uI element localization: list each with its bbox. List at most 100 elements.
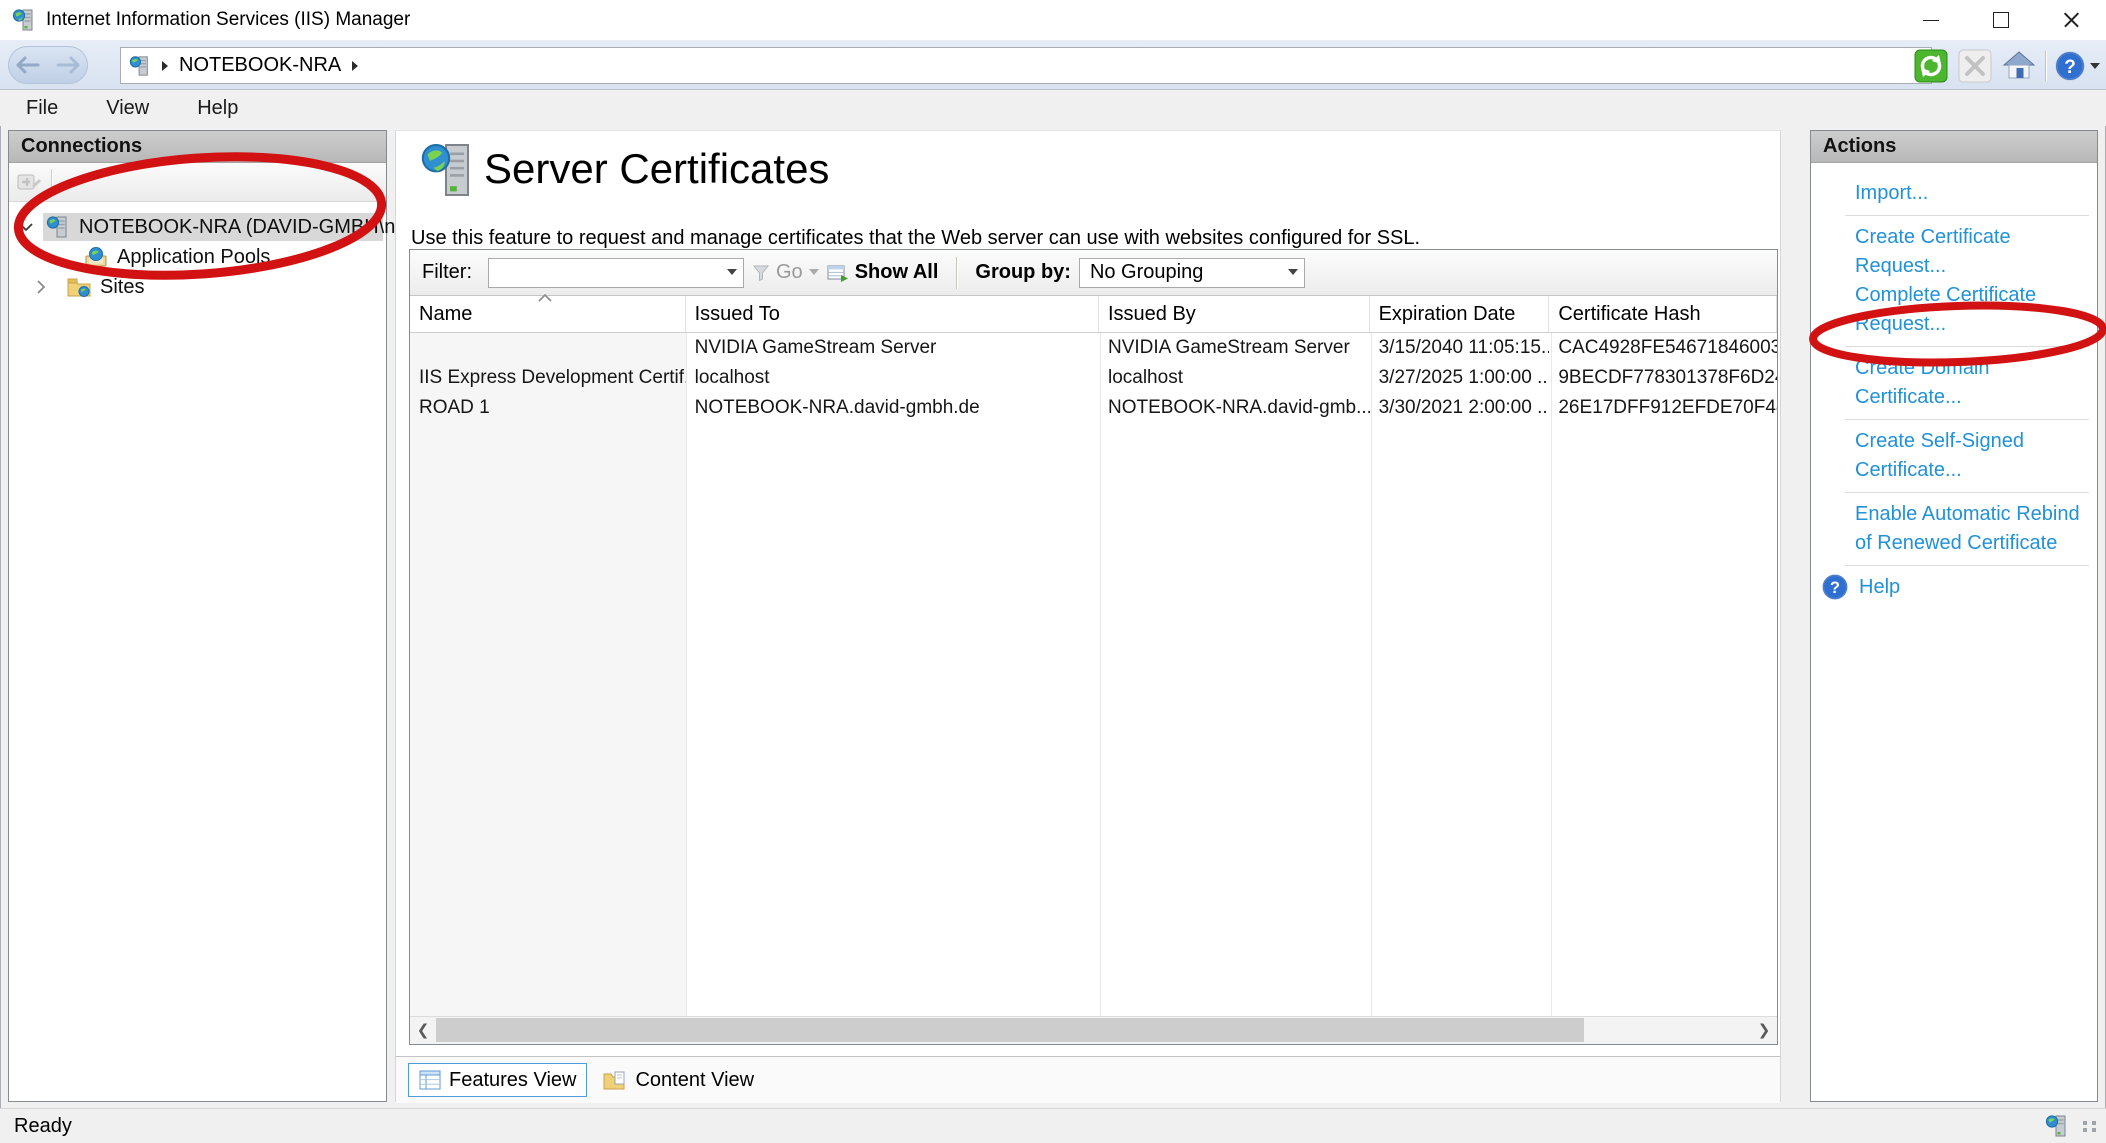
action-create-domain-certificate[interactable]: Create Domain Certificate... [1855,354,2089,412]
tab-features-view[interactable]: Features View [408,1063,587,1097]
stop-button-disabled [1957,48,1993,84]
cell-expiration-date: 3/27/2025 1:00:00 ... [1370,367,1550,389]
window-title: Internet Information Services (IIS) Mana… [46,9,410,31]
features-view-icon [419,1070,441,1090]
application-pools-label[interactable]: Application Pools [117,246,270,269]
connections-header: Connections [9,131,386,163]
address-bar: NOTEBOOK-NRA [0,40,2106,90]
minimize-button[interactable] [1896,0,1966,40]
column-header-certificate-hash[interactable]: Certificate Hash [1549,296,1777,332]
cell-certificate-hash: 26E17DFF912EFDE70F48B3C [1549,397,1777,419]
cell-issued-to: NVIDIA GameStream Server [686,337,1099,359]
table-row[interactable]: NVIDIA GameStream Server NVIDIA GameStre… [410,333,1777,363]
svg-text:?: ? [2064,57,2076,78]
toolbar-separator [956,257,957,289]
scrollbar-thumb[interactable] [436,1018,1584,1042]
forward-button[interactable] [55,56,81,74]
menu-view[interactable]: View [106,97,149,120]
connections-panel: Connections [8,130,387,1102]
scroll-left-arrow[interactable]: ❮ [410,1017,436,1043]
breadcrumb-arrow-icon[interactable] [161,60,169,72]
sort-ascending-icon [538,294,552,302]
breadcrumb-server-name[interactable]: NOTEBOOK-NRA [179,54,341,77]
cell-issued-by: localhost [1099,367,1370,389]
action-import[interactable]: Import... [1855,179,2089,208]
cell-issued-to: localhost [686,367,1099,389]
server-certificates-icon [420,141,476,199]
action-create-certificate-request[interactable]: Create Certificate Request... [1855,223,2089,281]
action-help[interactable]: ? Help [1821,573,2097,602]
sites-label[interactable]: Sites [100,276,144,299]
page-description: Use this feature to request and manage c… [411,227,1420,250]
content-view-icon [603,1070,627,1090]
expand-chevron-icon[interactable] [37,280,46,294]
column-header-name[interactable]: Name [410,296,686,332]
scroll-right-arrow[interactable]: ❯ [1751,1017,1777,1043]
divider [1845,215,2089,216]
close-button[interactable] [2036,0,2106,40]
tab-label: Features View [449,1069,576,1092]
horizontal-scrollbar[interactable]: ❮ ❯ [410,1016,1777,1044]
resize-grip[interactable] [2083,1121,2098,1132]
table-row[interactable]: IIS Express Development Certif... localh… [410,363,1777,393]
show-all-icon [827,263,849,283]
collapse-chevron-icon[interactable] [19,223,33,232]
help-label[interactable]: Help [1859,573,1900,602]
maximize-button[interactable] [1966,0,2036,40]
tree-node-server[interactable]: NOTEBOOK-NRA (DAVID-GMBH\nra) [9,212,386,242]
menu-bar: File View Help [0,90,2106,126]
group-by-label: Group by: [975,261,1071,284]
server-node-icon [45,215,71,239]
column-divider [1551,333,1552,1016]
column-header-expiration-date[interactable]: Expiration Date [1370,296,1550,332]
divider [1845,346,2089,347]
certificates-list: Filter: Go [409,249,1778,1045]
action-enable-automatic-rebind[interactable]: Enable Automatic Rebind of Renewed Certi… [1855,500,2089,558]
table-row[interactable]: ROAD 1 NOTEBOOK-NRA.david-gmbh.de NOTEBO… [410,393,1777,423]
connections-toolbar [9,163,386,202]
tree-node-sites[interactable]: Sites [9,272,386,302]
cell-issued-to: NOTEBOOK-NRA.david-gmbh.de [686,397,1099,419]
refresh-button[interactable] [1913,48,1949,84]
sites-folder-icon [66,275,92,299]
cell-certificate-hash: CAC4928FE546718460037BF [1549,337,1777,359]
show-all-label: Show All [855,261,939,284]
column-divider [1100,333,1101,1016]
minimize-icon [1923,20,1939,21]
navigation-buttons [8,46,88,84]
filter-funnel-icon [752,264,770,282]
filter-input[interactable] [488,258,744,288]
create-connection-icon[interactable] [15,169,43,195]
divider [1845,419,2089,420]
status-bar: Ready [0,1108,2106,1143]
column-divider [1371,333,1372,1016]
help-button[interactable]: ? [2054,50,2100,82]
cell-name: ROAD 1 [410,397,686,419]
group-by-select[interactable]: No Grouping [1079,258,1305,288]
menu-help[interactable]: Help [197,97,238,120]
divider [1845,565,2089,566]
sorted-column-shading [410,333,686,1016]
breadcrumb[interactable]: NOTEBOOK-NRA [120,47,1932,84]
back-button[interactable] [15,56,41,74]
server-node-label[interactable]: NOTEBOOK-NRA (DAVID-GMBH\nra) [79,216,420,239]
show-all-button[interactable]: Show All [827,261,939,284]
tab-content-view[interactable]: Content View [593,1063,764,1097]
help-icon: ? [1821,573,1849,601]
status-text: Ready [14,1115,72,1138]
home-button[interactable] [2001,48,2037,84]
column-header-issued-to[interactable]: Issued To [686,296,1099,332]
breadcrumb-arrow-icon[interactable] [351,60,359,72]
menu-file[interactable]: File [26,97,58,120]
action-complete-certificate-request[interactable]: Complete Certificate Request... [1855,281,2089,339]
application-pools-icon [83,245,109,269]
tree-node-application-pools[interactable]: Application Pools [9,242,386,272]
divider [1845,492,2089,493]
toolbar-separator [2045,51,2046,81]
actions-header: Actions [1811,131,2097,163]
view-tabs: Features View Content View [396,1056,1780,1103]
dropdown-arrow-icon [2090,63,2100,70]
column-header-issued-by[interactable]: Issued By [1099,296,1370,332]
action-create-self-signed-certificate[interactable]: Create Self-Signed Certificate... [1855,427,2089,485]
group-by-value: No Grouping [1090,261,1203,284]
